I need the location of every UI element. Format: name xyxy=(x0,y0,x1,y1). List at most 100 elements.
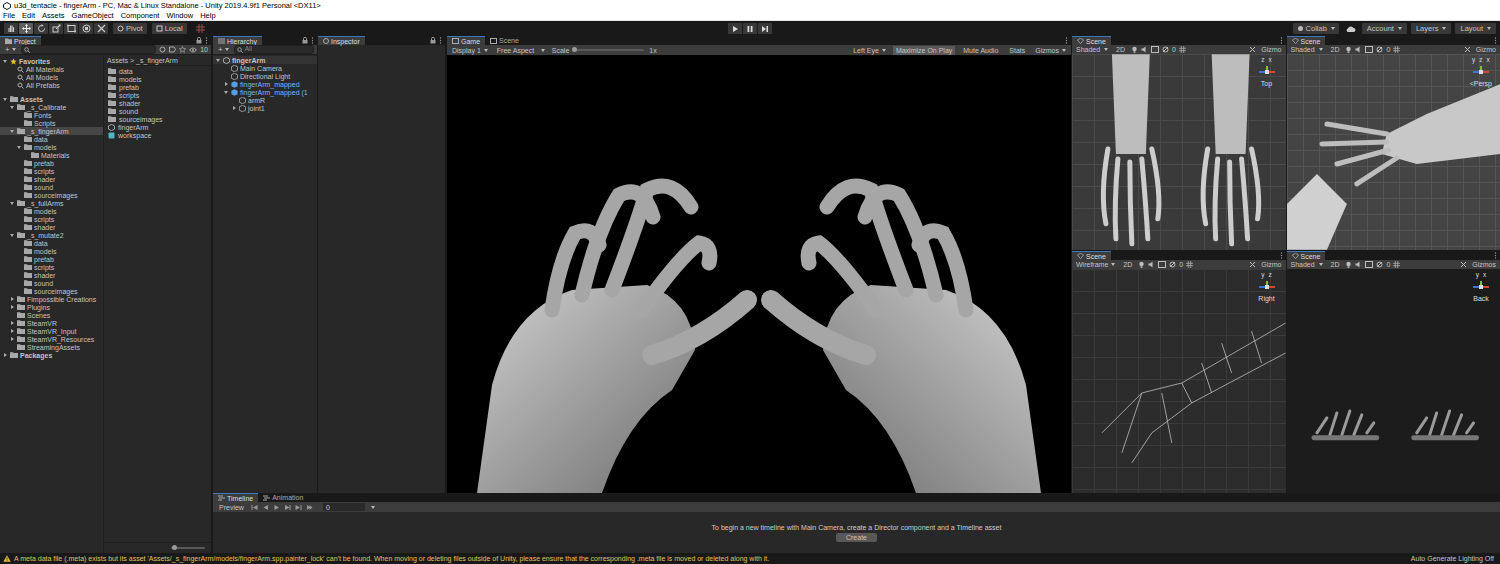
expand-arrow[interactable] xyxy=(9,329,15,333)
draw-mode-dropdown[interactable]: Shaded xyxy=(1289,46,1325,53)
tree-item[interactable]: _s_mutate2 xyxy=(0,231,103,239)
tree-item[interactable]: sound xyxy=(0,183,103,191)
audio-icon[interactable] xyxy=(1141,46,1148,53)
tree-item[interactable]: data xyxy=(0,239,103,247)
scene-tab[interactable]: Scene xyxy=(1287,251,1326,260)
tree-item[interactable]: Fimpossible Creations xyxy=(0,295,103,303)
effects-icon[interactable] xyxy=(1365,261,1373,268)
expand-arrow[interactable] xyxy=(223,91,229,94)
2d-toggle[interactable]: 2D xyxy=(1113,45,1128,54)
expand-arrow[interactable] xyxy=(16,146,22,149)
hidden-objects-icon[interactable] xyxy=(1376,46,1383,53)
more-icon[interactable] xyxy=(1280,37,1283,44)
tree-item[interactable]: _s_Calibrate xyxy=(0,103,103,111)
gizmos-dropdown[interactable]: Gizmo xyxy=(1474,46,1498,53)
tools-icon[interactable] xyxy=(1460,261,1467,268)
more-icon[interactable] xyxy=(311,37,314,44)
gizmos-dropdown[interactable]: Gizmo xyxy=(1259,46,1283,53)
hierarchy-item[interactable]: fingerArm_mapped (1 xyxy=(213,88,317,96)
layout-dropdown[interactable]: Layout xyxy=(1455,23,1496,34)
menu-item[interactable]: Assets xyxy=(42,12,65,20)
orientation-gizmo[interactable]: yzRight xyxy=(1256,272,1278,302)
menu-item[interactable]: GameObject xyxy=(72,12,114,20)
expand-arrow[interactable] xyxy=(9,321,15,325)
asset-item[interactable]: workspace xyxy=(104,131,211,139)
tree-item[interactable]: Assets xyxy=(0,95,103,103)
grid-snap-icon[interactable] xyxy=(196,24,205,33)
grid-icon[interactable] xyxy=(1393,46,1400,53)
tree-item[interactable]: Scripts xyxy=(0,119,103,127)
game-toggle[interactable]: Maximize On Play xyxy=(893,46,955,55)
timeline-tab[interactable]: Timeline xyxy=(213,493,258,502)
tree-item[interactable]: sourceimages xyxy=(0,287,103,295)
hidden-objects-icon[interactable] xyxy=(1162,46,1169,53)
tree-item[interactable]: All Materials xyxy=(0,65,103,73)
hierarchy-item[interactable]: armR xyxy=(213,96,317,104)
expand-arrow[interactable] xyxy=(9,305,15,309)
menu-item[interactable]: File xyxy=(3,12,15,20)
tools-icon[interactable] xyxy=(1464,46,1471,53)
breadcrumb-item[interactable]: Assets xyxy=(107,57,128,64)
inspector-tab[interactable]: Inspector xyxy=(318,36,365,45)
lighting-icon[interactable] xyxy=(1131,46,1138,53)
asset-item[interactable]: shader xyxy=(104,99,211,107)
lighting-icon[interactable] xyxy=(1345,46,1352,53)
audio-icon[interactable] xyxy=(1355,46,1362,53)
tree-item[interactable]: All Models xyxy=(0,73,103,81)
layers-dropdown[interactable]: Layers xyxy=(1411,23,1452,34)
frame-field[interactable]: 0 xyxy=(323,503,365,511)
lighting-status[interactable]: Auto Generate Lighting Off xyxy=(1411,555,1494,562)
create-button[interactable]: + xyxy=(3,45,18,54)
hierarchy-item[interactable]: Main Camera xyxy=(213,64,317,72)
expand-arrow[interactable] xyxy=(2,353,8,357)
audio-icon[interactable] xyxy=(1148,261,1155,268)
collab-button[interactable]: Collab xyxy=(1293,23,1339,34)
asset-item[interactable]: prefab xyxy=(104,83,211,91)
project-tab[interactable]: Project xyxy=(0,36,41,45)
asset-item[interactable]: data xyxy=(104,67,211,75)
tools-icon[interactable] xyxy=(1249,261,1256,268)
menu-item[interactable]: Window xyxy=(166,12,193,20)
grid-icon[interactable] xyxy=(1393,261,1400,268)
orientation-gizmo[interactable]: yzx<Persp xyxy=(1470,57,1492,87)
asset-item[interactable]: scripts xyxy=(104,91,211,99)
tree-item[interactable]: sourceimages xyxy=(0,191,103,199)
prev-frame-icon[interactable] xyxy=(262,504,269,511)
hierarchy-item[interactable]: Directional Light xyxy=(213,72,317,80)
expand-arrow[interactable] xyxy=(9,106,15,109)
orientation-gizmo[interactable]: zxTop xyxy=(1256,57,1278,87)
menu-item[interactable]: Component xyxy=(121,12,160,20)
draw-mode-dropdown[interactable]: Wireframe xyxy=(1074,261,1117,268)
create-button[interactable]: + xyxy=(216,45,231,54)
cloud-icon[interactable] xyxy=(1345,25,1356,33)
hidden-objects-icon[interactable] xyxy=(1376,261,1383,268)
hidden-objects-icon[interactable] xyxy=(1169,261,1176,268)
tree-item[interactable]: scripts xyxy=(0,167,103,175)
space-button[interactable]: Local xyxy=(152,23,187,34)
tree-item[interactable]: shader xyxy=(0,271,103,279)
icon-size-slider[interactable] xyxy=(171,545,205,551)
scene-canvas[interactable]: yzRight xyxy=(1072,269,1286,493)
tree-item[interactable]: scripts xyxy=(0,263,103,271)
scene-canvas[interactable]: yxBack xyxy=(1287,269,1500,493)
tool-button[interactable] xyxy=(19,23,33,34)
scene-tab[interactable]: Scene xyxy=(1072,36,1111,45)
tree-item[interactable]: SteamVR_Resources xyxy=(0,335,103,343)
tree-item[interactable]: scripts xyxy=(0,215,103,223)
console-warning[interactable]: A meta data file (.meta) exists but its … xyxy=(14,555,1408,562)
go-start-icon[interactable] xyxy=(251,504,258,511)
more-icon[interactable] xyxy=(1280,252,1283,259)
next-frame-icon[interactable] xyxy=(284,504,291,511)
lock-icon[interactable] xyxy=(302,37,308,44)
tree-item[interactable]: Scenes xyxy=(0,311,103,319)
tool-button[interactable] xyxy=(64,23,78,34)
asset-item[interactable]: sound xyxy=(104,107,211,115)
aspect-dropdown[interactable]: Free Aspect xyxy=(495,47,547,54)
hierarchy-tab[interactable]: Hierarchy xyxy=(213,36,262,45)
tool-button[interactable] xyxy=(4,23,18,34)
menu-item[interactable]: Help xyxy=(200,12,215,20)
game-toggle[interactable]: Stats xyxy=(1006,46,1028,55)
effects-icon[interactable] xyxy=(1158,261,1166,268)
visibility-icon[interactable] xyxy=(189,47,197,53)
tree-item[interactable]: models xyxy=(0,207,103,215)
